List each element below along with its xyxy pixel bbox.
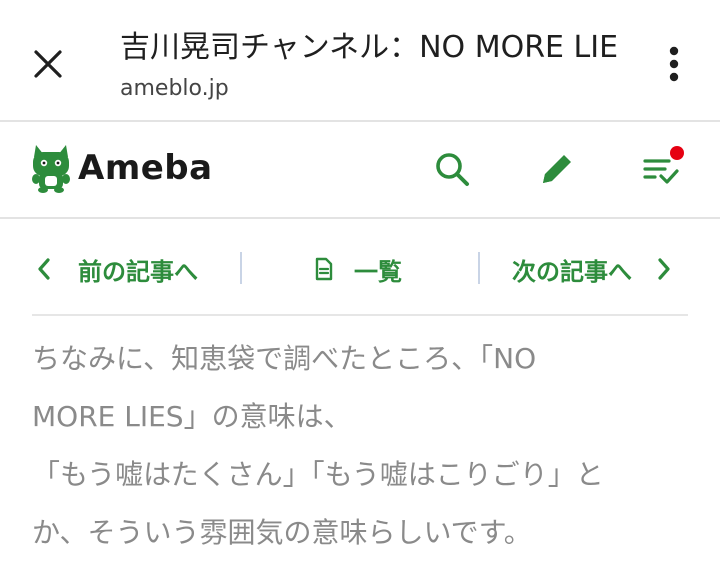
more-options-button[interactable] [652, 38, 696, 90]
custom-tab-bar: 吉川晃司チャンネル：NO MORE LIE... ameblo.jp [0, 0, 720, 122]
logo-text: Ameba [78, 148, 213, 188]
notification-dot [670, 146, 684, 160]
article-line: 「もう嘘はたくさん」「もう嘘はこりごり」と [32, 458, 604, 491]
article-line: か、そういう雰囲気の意味らしいです。 [32, 516, 532, 549]
reading-list-button[interactable] [636, 144, 686, 194]
more-vert-icon [669, 46, 679, 82]
prev-article-label: 前の記事へ [78, 257, 198, 286]
ameba-mascot-icon [32, 145, 70, 193]
document-icon [315, 257, 333, 281]
close-icon [34, 50, 62, 78]
close-button[interactable] [22, 38, 74, 90]
next-article-label: 次の記事へ [512, 257, 632, 286]
ameba-logo[interactable]: Ameba [30, 140, 213, 196]
article-body: ちなみに、知恵袋で調べたところ、「NO MORE LIES」の意味は、 「もう嘘… [32, 330, 688, 562]
nav-separator [240, 252, 242, 284]
nav-separator [478, 252, 480, 284]
page: 吉川晃司チャンネル：NO MORE LIE... ameblo.jp Ameba… [0, 0, 720, 573]
article-divider [32, 314, 688, 316]
article-line: ちなみに、知恵袋で調べたところ、「NO [32, 342, 537, 375]
article-line: MORE LIES」の意味は、 [32, 400, 352, 433]
chevron-left-icon [38, 258, 50, 280]
search-button[interactable] [427, 144, 477, 194]
article-list-link[interactable]: 一覧 [314, 240, 402, 298]
article-list-label: 一覧 [354, 257, 402, 286]
page-title: 吉川晃司チャンネル：NO MORE LIE... [120, 30, 620, 65]
ameba-header: Ameba [0, 122, 720, 219]
page-url: ameblo.jp [120, 76, 229, 101]
pencil-icon [543, 155, 571, 183]
next-article-link[interactable]: 次の記事へ [512, 240, 672, 298]
chevron-right-icon [658, 258, 670, 280]
write-button[interactable] [532, 144, 582, 194]
search-icon [436, 153, 469, 186]
prev-article-link[interactable]: 前の記事へ [36, 240, 198, 298]
article-navigation: 前の記事へ 一覧 次の記事へ [32, 240, 688, 298]
